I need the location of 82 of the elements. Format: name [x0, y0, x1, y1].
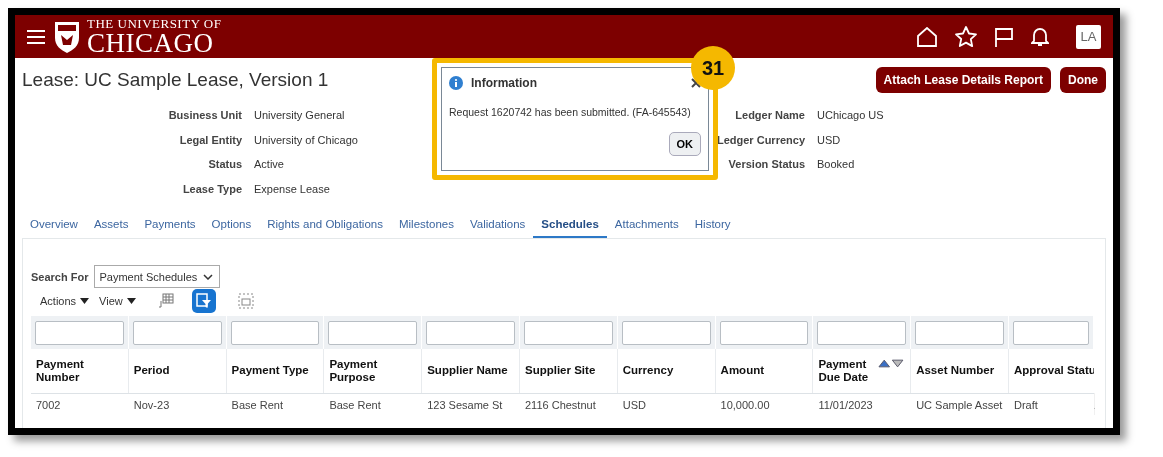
actions-menu[interactable]: Actions [40, 295, 90, 307]
table-cell: Draft [1013, 399, 1038, 411]
tab[interactable]: Rights and Obligations [259, 212, 391, 238]
table-cell: 2116 Chestnut [525, 399, 596, 411]
search-dropdown[interactable]: Payment Schedules [94, 265, 221, 288]
tab[interactable]: Validations [461, 212, 534, 238]
menu-icon[interactable] [27, 29, 45, 44]
search-label: Search For [31, 270, 89, 283]
logo-text: THE UNIVERSITY OF [87, 16, 222, 30]
chevron-down-icon [203, 273, 214, 280]
star-icon[interactable] [955, 26, 977, 47]
tab[interactable]: Schedules [533, 212, 607, 238]
tab[interactable]: Attachments [606, 212, 687, 238]
view-menu[interactable]: View [99, 295, 136, 307]
table-cell: 11/01/2023 [818, 399, 873, 411]
column-header[interactable]: Payment Type [231, 364, 309, 378]
bell-icon[interactable] [1031, 26, 1049, 47]
column-filter-field[interactable] [915, 321, 1004, 345]
column-header[interactable]: Payment Due Date [818, 357, 879, 385]
dialog-message: Request 1620742 has been submitted. (FA-645543) [449, 106, 691, 118]
column-filter-field[interactable] [621, 321, 711, 345]
column-header[interactable]: Amount [720, 364, 764, 378]
table-cell: 123 Sesame St [427, 399, 503, 411]
field-value: USD [817, 133, 841, 146]
column-filter-field[interactable] [1012, 321, 1089, 345]
tab[interactable]: Payments [136, 212, 204, 238]
column-header[interactable]: Payment Purpose [329, 357, 390, 385]
column-filter-field[interactable] [230, 321, 320, 345]
action-button[interactable]: Attach Lease Details Report [875, 67, 1051, 93]
dialog-title: Information [471, 76, 537, 90]
column-header[interactable]: Currency [622, 364, 674, 378]
table-cell: 7002 [36, 399, 61, 411]
detach-icon[interactable] [237, 293, 254, 309]
flag-icon[interactable] [994, 26, 1014, 47]
logo-text: CHICAGO [87, 29, 214, 57]
field-value: University General [254, 109, 345, 122]
tab[interactable]: Assets [85, 212, 137, 238]
caret-icon [126, 298, 136, 304]
field-value: Active [254, 158, 284, 171]
column-filter-field[interactable] [328, 321, 418, 345]
caret-icon [80, 298, 90, 304]
column-header[interactable]: Asset Number [916, 364, 995, 378]
info-icon [449, 76, 463, 90]
freeze-icon[interactable] [157, 293, 174, 309]
field-label: Lease Type [181, 182, 242, 195]
field-label: Version Status [727, 158, 805, 171]
filter-button[interactable] [191, 289, 216, 313]
user-avatar[interactable]: LA [1076, 24, 1101, 49]
tab[interactable]: History [686, 212, 739, 238]
table-cell: Base Rent [329, 399, 381, 411]
column-filter-field[interactable] [132, 321, 222, 345]
field-label: Status [207, 158, 242, 171]
tab[interactable]: Options [203, 212, 260, 238]
column-filter-field[interactable] [524, 321, 613, 345]
action-button[interactable]: Done [1060, 67, 1106, 93]
table-cell: Base Rent [231, 399, 283, 411]
table-cell: 10,000.00 [720, 399, 770, 411]
table-cell: Nov-23 [133, 399, 170, 411]
close-icon[interactable] [691, 78, 701, 88]
page-title: Lease: UC Sample Lease, Version 1 [22, 69, 329, 91]
column-header[interactable]: Payment Number [36, 357, 96, 385]
column-header[interactable]: Period [133, 364, 170, 378]
sort-arrows-icon[interactable] [878, 359, 906, 368]
tab[interactable]: Overview [22, 212, 86, 238]
column-filter-field[interactable] [719, 321, 809, 345]
home-icon[interactable] [916, 26, 938, 47]
tab[interactable]: Milestones [390, 212, 462, 238]
field-value: Expense Lease [254, 182, 330, 195]
column-filter-field[interactable] [817, 321, 907, 345]
table-cell: USD [622, 399, 646, 411]
table-cell: UC Sample Asset [916, 399, 1003, 411]
field-value: Booked [817, 158, 855, 171]
field-label: Legal Entity [178, 133, 242, 146]
field-value: UChicago US [817, 109, 884, 122]
ok-button[interactable]: OK [668, 132, 701, 156]
column-header[interactable]: Supplier Name [427, 364, 508, 378]
shield-icon [53, 19, 81, 54]
field-label: Business Unit [167, 109, 242, 122]
column-filter-field[interactable] [426, 321, 515, 345]
column-header[interactable]: Supplier Site [525, 364, 596, 378]
field-value: University of Chicago [254, 133, 358, 146]
column-filter-field[interactable] [35, 321, 124, 345]
